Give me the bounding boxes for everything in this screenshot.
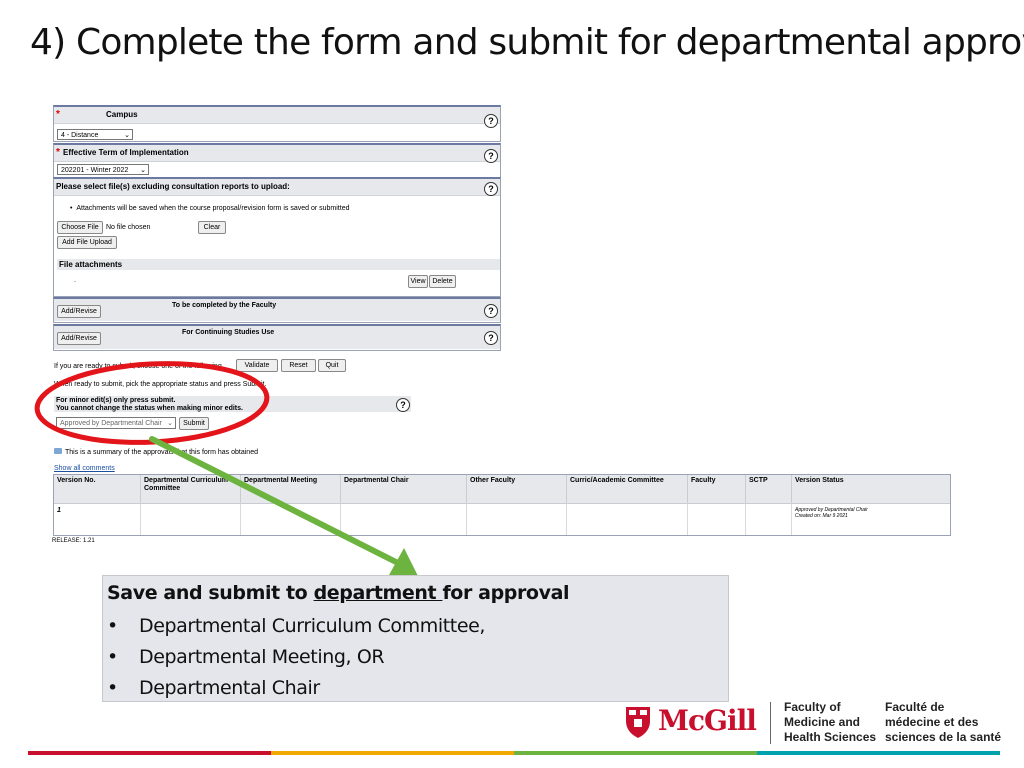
color-bar-green — [514, 751, 757, 755]
table-header: Curric/Academic Committee — [567, 475, 688, 503]
table-header: Version No. — [54, 475, 141, 503]
table-header: Version Status — [792, 475, 950, 503]
no-file-chosen-text: No file chosen — [106, 224, 151, 231]
slide-title: 4) Complete the form and submit for depa… — [30, 22, 1024, 63]
term-header: * Effective Term of Implementation — [54, 145, 500, 162]
callout-list-item: • Departmental Meeting, OR — [107, 646, 385, 668]
campus-label: Campus — [106, 110, 138, 119]
faculty-name-fr: Faculté de médecine et des sciences de l… — [885, 700, 1002, 744]
table-cell — [688, 503, 746, 535]
choose-file-button[interactable]: Choose File — [57, 221, 103, 234]
clear-button[interactable]: Clear — [198, 221, 226, 234]
attachments-note: • Attachments will be saved when the cou… — [70, 205, 350, 212]
table-cell — [141, 503, 241, 535]
status-prompt: When ready to submit, pick the appropria… — [54, 381, 267, 388]
submit-button[interactable]: Submit — [179, 417, 209, 430]
reset-button[interactable]: Reset — [281, 359, 316, 372]
callout-underlined: department — [313, 582, 443, 604]
campus-section: * Campus ? 4 - Distance ⌄ — [53, 105, 501, 142]
table-cell — [467, 503, 567, 535]
color-bar-yellow — [271, 751, 514, 755]
chevron-down-icon: ⌄ — [167, 420, 173, 427]
color-bar-red — [28, 751, 271, 755]
callout-list: • Departmental Curriculum Committee, • Dep… — [107, 611, 485, 704]
mcgill-crest-icon — [626, 707, 650, 738]
continuing-section: Add/Revise For Continuing Studies Use ? — [53, 324, 501, 351]
table-header: Other Faculty — [467, 475, 567, 503]
table-header: Departmental Curriculum Committee — [141, 475, 241, 503]
attachments-header: Please select file(s) excluding consulta… — [54, 179, 500, 196]
continuing-add-revise-button[interactable]: Add/Revise — [57, 332, 101, 345]
file-attachments-header: File attachments — [57, 259, 500, 270]
status-select[interactable]: Approved by Departmental Chair ⌄ — [56, 417, 176, 429]
table-header: Faculty — [688, 475, 746, 503]
green-arrow-head — [389, 548, 418, 576]
course-form-screenshot: * Campus ? 4 - Distance ⌄ * Effective Ter… — [53, 103, 503, 353]
minor-edit-text-2: You cannot change the status when making… — [56, 405, 243, 412]
table-cell — [341, 503, 467, 535]
mcgill-footer: McGill Faculty of Medicine and Health Sc… — [620, 700, 1010, 750]
validate-button[interactable]: Validate — [236, 359, 278, 372]
faculty-name-en: Faculty of Medicine and Health Sciences — [784, 700, 877, 744]
attachment-placeholder: . — [74, 277, 76, 284]
table-cell-version: 1 — [54, 503, 141, 535]
table-header: Departmental Meeting — [241, 475, 341, 503]
created-on-line: Created on: Mar 9 2021 — [795, 513, 848, 519]
required-mark: * — [56, 109, 60, 120]
table-cell-status: Approved by Departmental Chair Created o… — [792, 503, 950, 535]
question-circle-icon[interactable]: ? — [484, 304, 498, 318]
chevron-down-icon: ⌄ — [140, 167, 146, 174]
chevron-down-icon: ⌄ — [124, 132, 130, 139]
approvals-table: Version No. Departmental Curriculum Comm… — [53, 474, 951, 536]
question-circle-icon[interactable]: ? — [484, 149, 498, 163]
callout-list-item: • Departmental Chair — [107, 677, 320, 699]
attachments-section: Please select file(s) excluding consulta… — [53, 177, 501, 297]
campus-header: * Campus — [54, 107, 500, 124]
continuing-label: For Continuing Studies Use — [182, 329, 275, 336]
submit-prompt: If you are ready to submit, choose one o… — [54, 363, 222, 370]
mcgill-wordmark: McGill — [658, 704, 757, 737]
color-bar — [28, 751, 1000, 755]
approvals-summary-note: This is a summary of the approvals that … — [54, 448, 258, 456]
add-file-upload-button[interactable]: Add File Upload — [57, 236, 117, 249]
question-circle-icon[interactable]: ? — [484, 331, 498, 345]
quit-button[interactable]: Quit — [318, 359, 346, 372]
speech-bubble-icon — [54, 448, 62, 454]
question-circle-icon[interactable]: ? — [484, 182, 498, 196]
faculty-label: To be completed by the Faculty — [172, 302, 277, 309]
delete-button[interactable]: Delete — [429, 275, 456, 288]
callout-box: Save and submit to department for approv… — [102, 575, 729, 702]
faculty-header-bg — [54, 299, 500, 321]
table-header: SCTP — [746, 475, 792, 503]
table-header: Departmental Chair — [341, 475, 467, 503]
release-label: RELEASE: 1.21 — [52, 538, 95, 544]
campus-select[interactable]: 4 - Distance ⌄ — [57, 129, 133, 140]
attachments-label: Please select file(s) excluding consulta… — [56, 182, 290, 191]
table-cell — [567, 503, 688, 535]
view-button[interactable]: View — [408, 275, 428, 288]
question-circle-icon[interactable]: ? — [484, 114, 498, 128]
table-cell — [746, 503, 792, 535]
minor-edit-text-1: For minor edit(s) only press submit. — [56, 397, 176, 404]
color-bar-teal — [757, 751, 1000, 755]
show-all-comments-link[interactable]: Show all comments — [54, 465, 115, 472]
term-section: * Effective Term of Implementation ? 202… — [53, 143, 501, 178]
term-label: Effective Term of Implementation — [63, 148, 189, 157]
faculty-section: Add/Revise To be completed by the Facult… — [53, 297, 501, 323]
question-circle-icon[interactable]: ? — [396, 398, 410, 412]
required-mark: * — [56, 147, 60, 158]
continuing-header-bg — [54, 326, 500, 349]
footer-divider — [770, 702, 771, 744]
callout-list-item: • Departmental Curriculum Committee, — [107, 615, 486, 637]
faculty-add-revise-button[interactable]: Add/Revise — [57, 305, 101, 318]
table-cell — [241, 503, 341, 535]
term-select[interactable]: 202201 - Winter 2022 ⌄ — [57, 164, 149, 175]
callout-title: Save and submit to department for approv… — [107, 582, 570, 604]
